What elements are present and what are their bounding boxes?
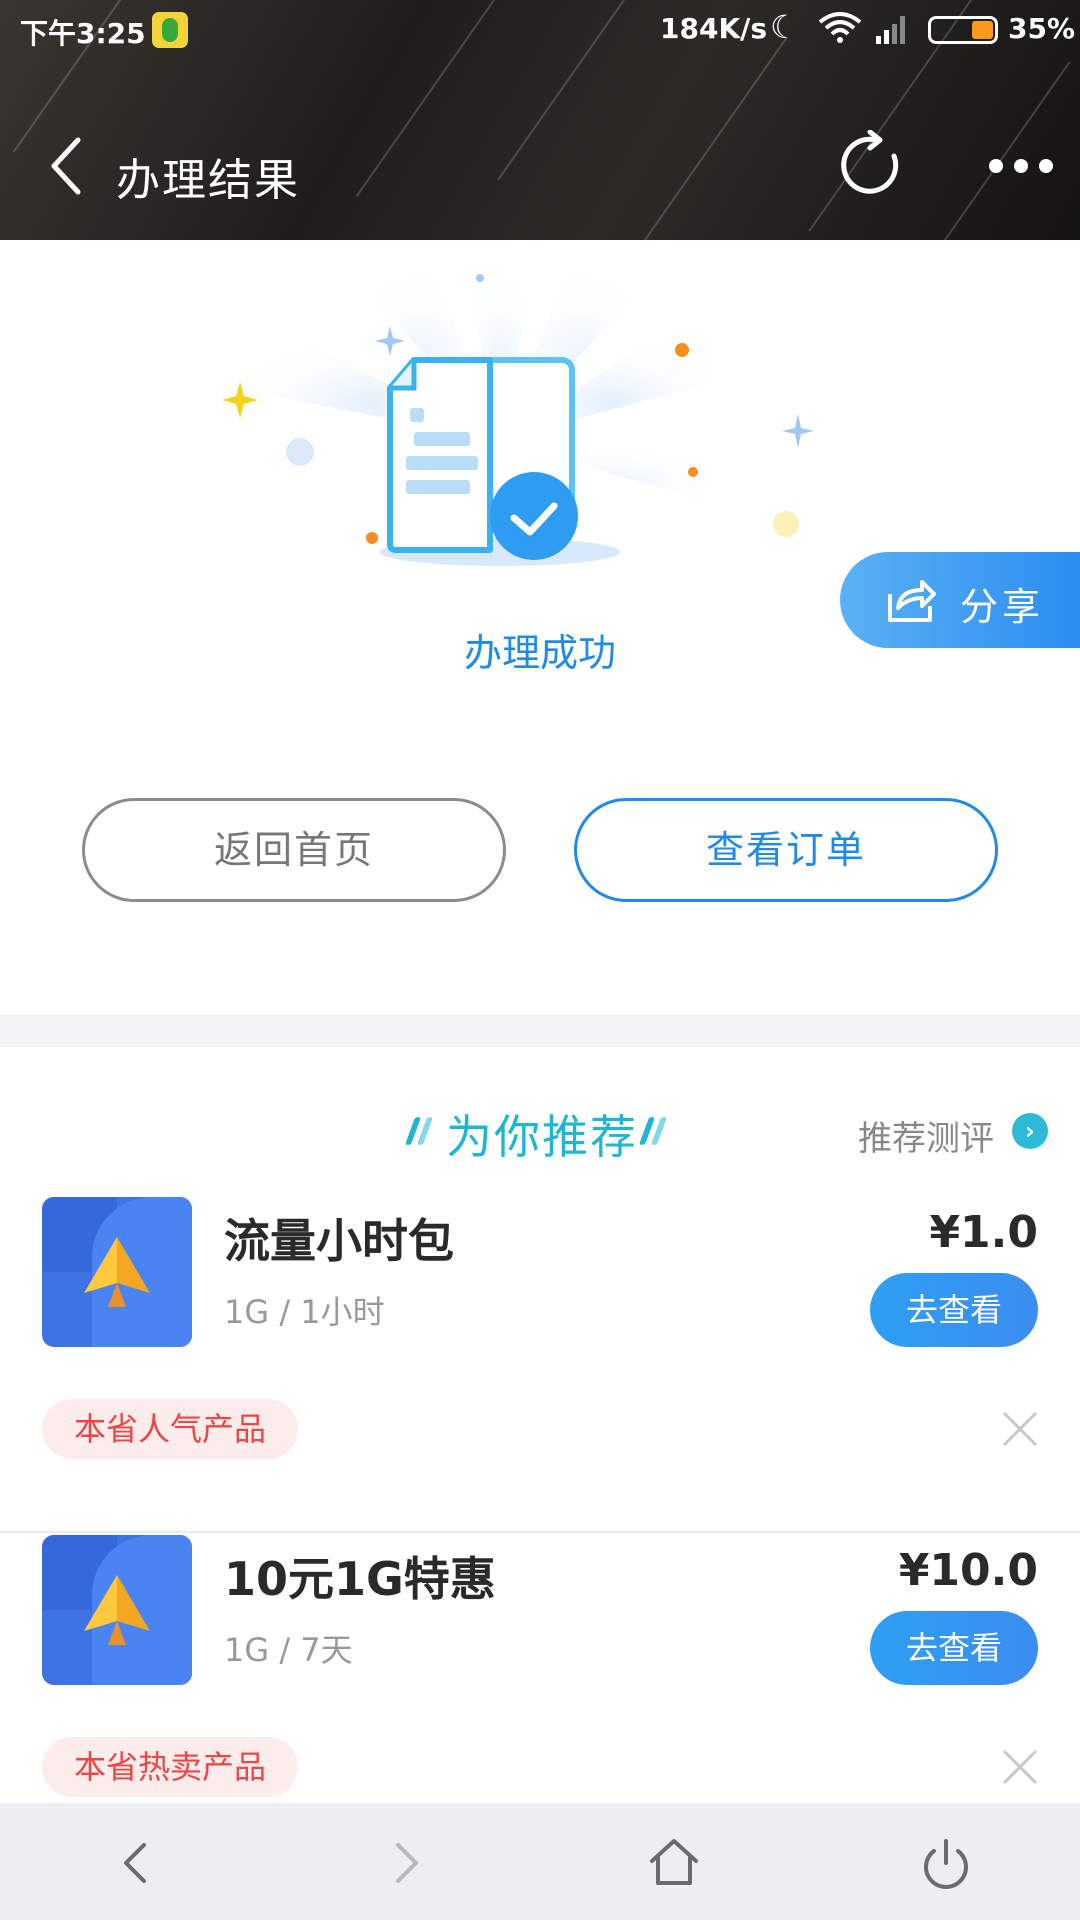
recommend-title: 为你推荐	[446, 1110, 638, 1164]
product-thumbnail	[42, 1535, 192, 1685]
result-section: 办理成功 分享 返回首页 查看订单	[0, 240, 1080, 1015]
bottom-nav-bar	[0, 1803, 1080, 1920]
home-icon[interactable]	[644, 1833, 704, 1893]
view-product-button[interactable]: 去查看	[870, 1611, 1038, 1685]
view-product-button[interactable]: 去查看	[870, 1273, 1038, 1347]
paper-plane-icon	[84, 1575, 150, 1645]
header-background: 下午3:25 184K/s ☾ 35% 办理结果	[0, 0, 1080, 240]
moon-icon: ☾	[770, 8, 799, 46]
nav-bar: 办理结果	[0, 110, 1080, 230]
product-tag: 本省人气产品	[42, 1399, 299, 1459]
product-name: 流量小时包	[224, 1214, 454, 1268]
product-thumbnail	[42, 1197, 192, 1347]
success-illustration	[222, 240, 814, 566]
close-icon[interactable]	[1000, 1409, 1040, 1449]
share-label: 分享	[960, 585, 1045, 629]
power-icon[interactable]	[916, 1833, 976, 1893]
nav-back-icon[interactable]	[106, 1833, 166, 1893]
network-speed: 184K/s	[660, 12, 768, 45]
refresh-icon[interactable]	[836, 130, 908, 202]
app-notification-icon	[152, 12, 188, 48]
recommend-section: 为你推荐 推荐测评 › 流量小时包 1G / 1小时 ¥1.0 去查看 本省人气	[0, 1047, 1080, 1803]
product-item[interactable]: 流量小时包 1G / 1小时 ¥1.0 去查看 本省人气产品	[0, 1197, 1080, 1533]
battery-percent: 35%	[1008, 12, 1076, 45]
chevron-right-icon[interactable]: ›	[1012, 1113, 1048, 1149]
share-icon	[888, 580, 936, 622]
recommend-review-link[interactable]: 推荐测评	[858, 1111, 994, 1160]
back-icon[interactable]	[48, 134, 88, 198]
back-home-button[interactable]: 返回首页	[82, 798, 506, 902]
product-tag: 本省热卖产品	[42, 1737, 299, 1797]
battery-icon	[928, 16, 998, 44]
page-title: 办理结果	[116, 155, 300, 206]
signal-icon	[876, 16, 905, 44]
product-spec: 1G / 1小时	[224, 1293, 385, 1331]
battery-fill	[972, 21, 993, 39]
paper-plane-icon	[84, 1237, 150, 1307]
product-price: ¥1.0	[929, 1207, 1038, 1258]
wifi-icon	[818, 12, 862, 43]
share-button[interactable]: 分享	[840, 552, 1080, 648]
status-time: 下午3:25	[20, 17, 146, 50]
more-icon[interactable]	[986, 156, 1056, 176]
product-name: 10元1G特惠	[224, 1552, 496, 1606]
product-price: ¥10.0	[898, 1545, 1038, 1596]
close-icon[interactable]	[1000, 1747, 1040, 1787]
status-bar: 下午3:25 184K/s ☾ 35%	[0, 0, 1080, 60]
view-order-button[interactable]: 查看订单	[574, 798, 998, 902]
recommend-header: 为你推荐	[404, 1101, 676, 1164]
section-divider	[0, 1015, 1080, 1047]
product-spec: 1G / 7天	[224, 1631, 353, 1669]
app-screen: 下午3:25 184K/s ☾ 35% 办理结果 办理成功 分享 返回首页 查看…	[0, 0, 1080, 1920]
nav-forward-icon[interactable]	[376, 1833, 436, 1893]
